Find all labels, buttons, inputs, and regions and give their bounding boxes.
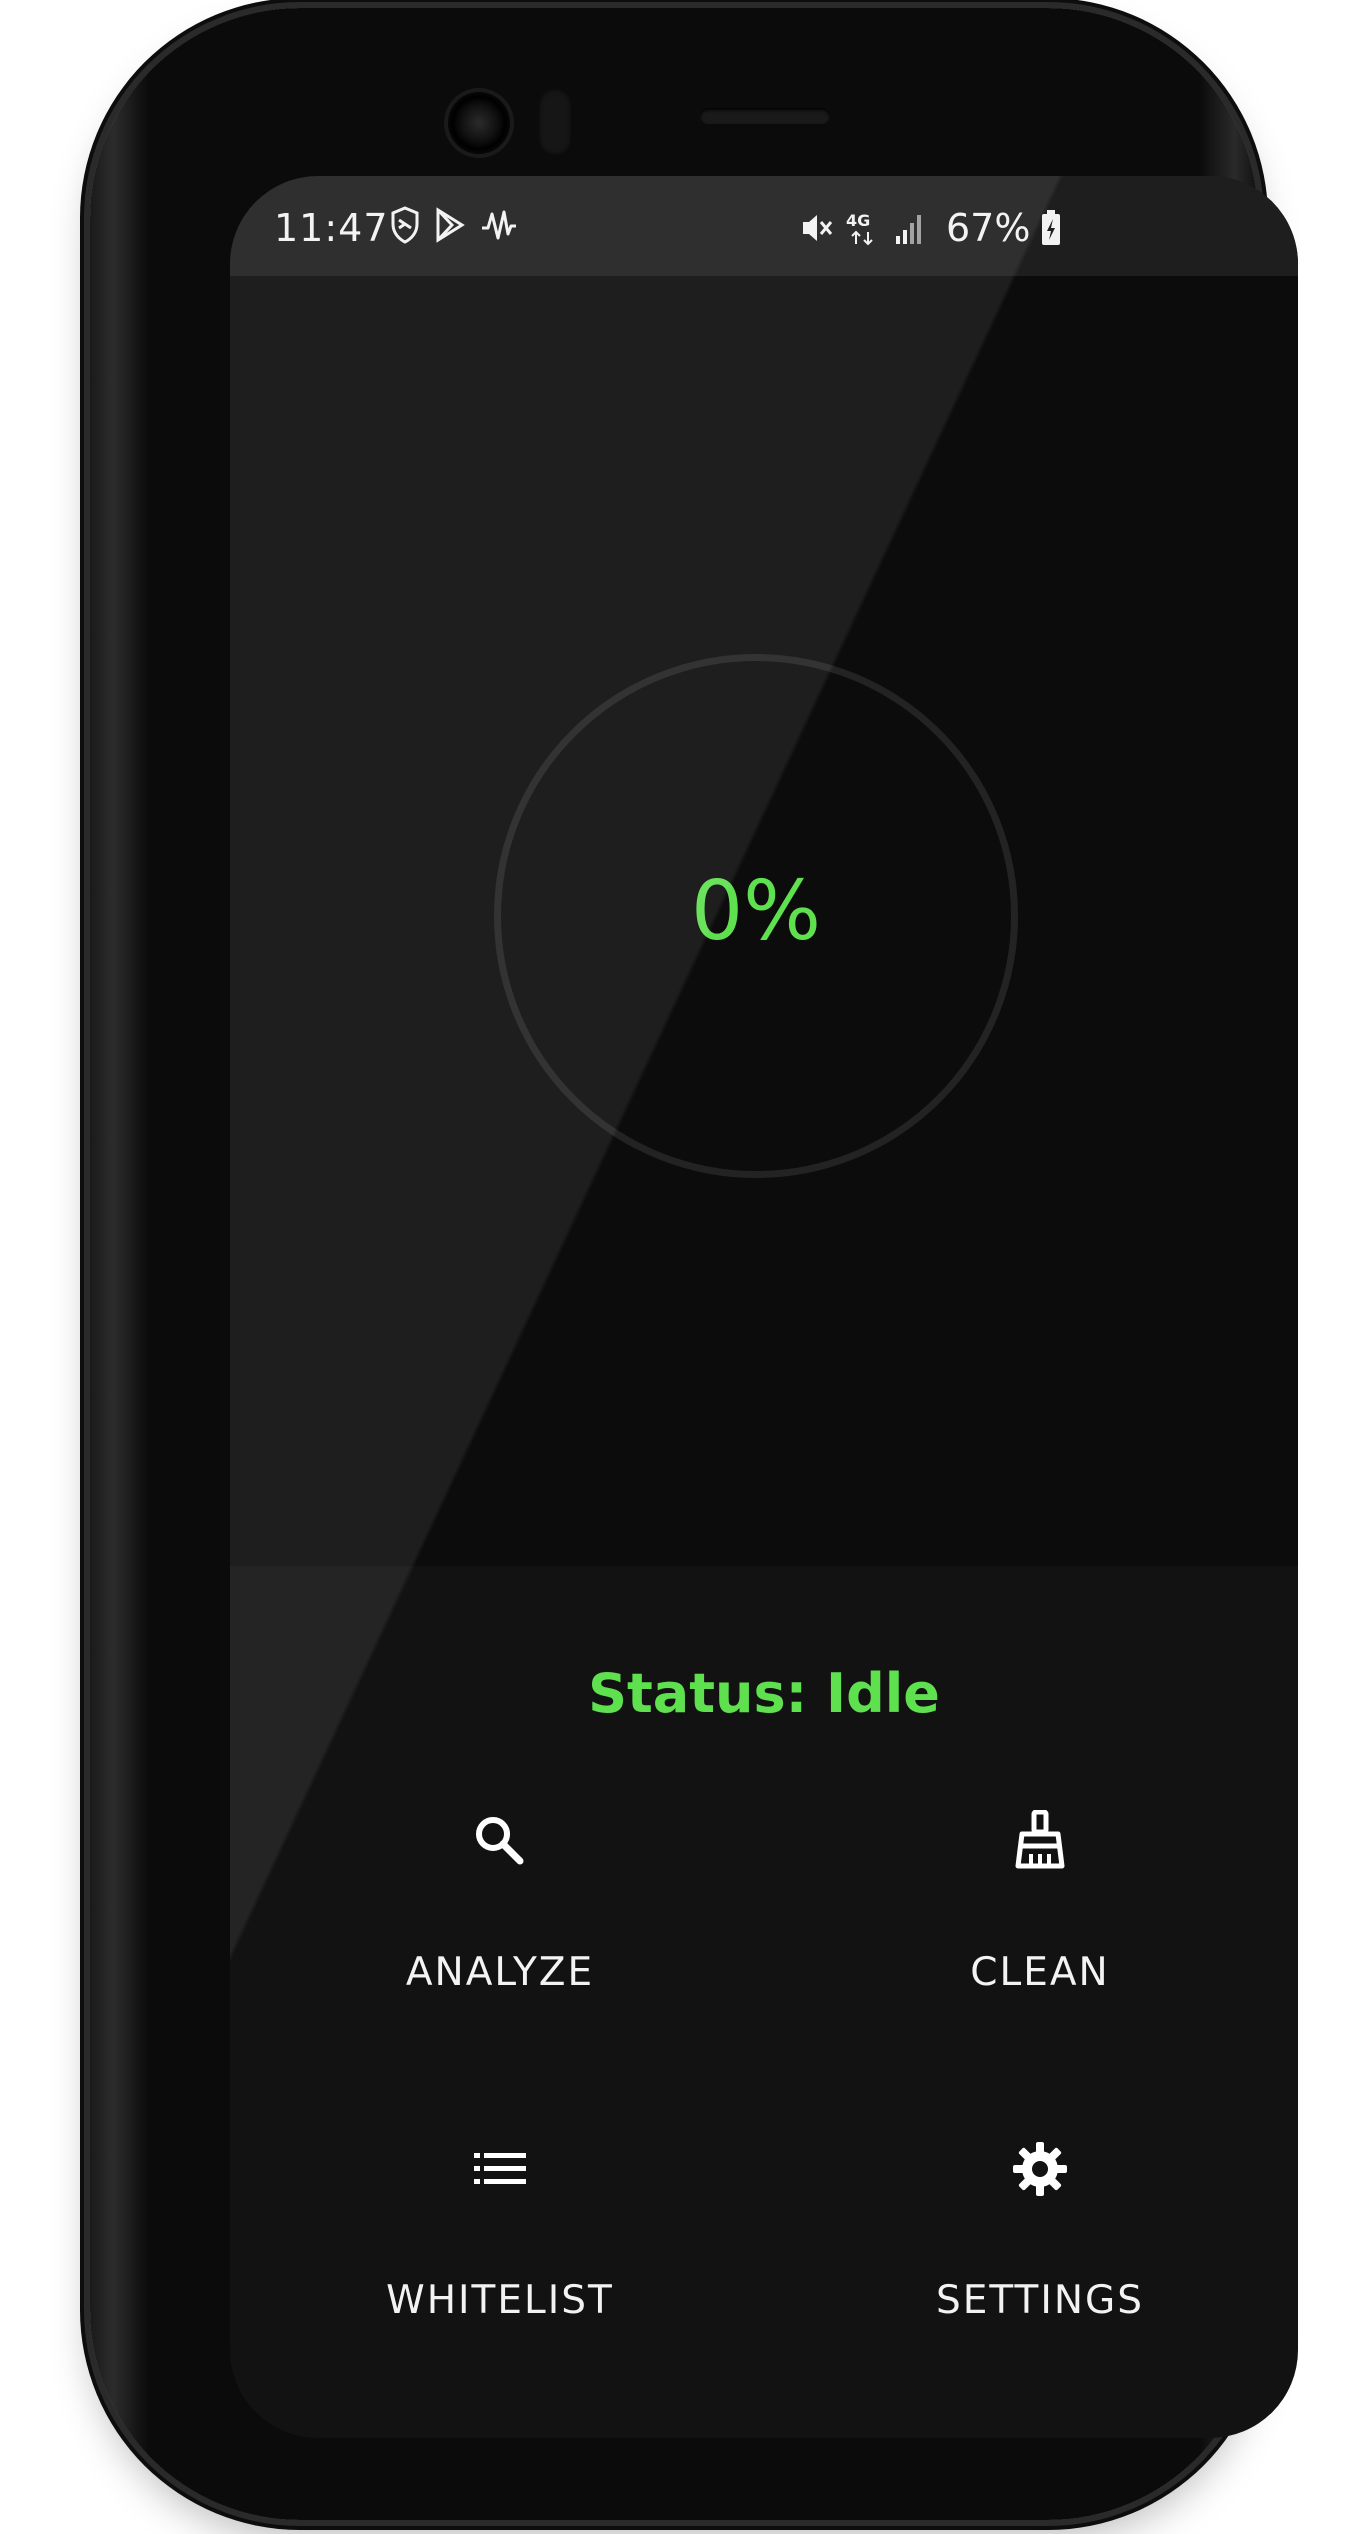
battery-percent: 67%: [946, 206, 1031, 250]
front-camera: [448, 92, 510, 154]
clean-button[interactable]: CLEAN: [830, 1808, 1250, 2058]
settings-button[interactable]: SETTINGS: [830, 2136, 1250, 2386]
earpiece-speaker: [700, 108, 830, 124]
network-4g-icon: 4G: [844, 210, 884, 246]
signal-icon: [894, 210, 928, 246]
status-label: Status: Idle: [588, 1662, 940, 1725]
pulse-icon: [480, 206, 518, 244]
progress-percent: 0%: [690, 864, 822, 959]
search-icon: [472, 1813, 528, 1873]
battery-charging-icon: [1040, 209, 1062, 247]
whitelist-button[interactable]: WHITELIST: [290, 2136, 710, 2386]
analyze-button[interactable]: ANALYZE: [290, 1808, 710, 2058]
list-icon: [472, 2149, 528, 2193]
broom-icon: [1012, 1809, 1068, 1876]
status-bar: 11:47 4G 67%: [230, 176, 1298, 276]
analyze-label: ANALYZE: [405, 1950, 595, 1995]
gear-icon: [1011, 2140, 1069, 2202]
screen: 11:47 4G 67% 0% Status: Idle ANALYZE CLE…: [230, 176, 1298, 2438]
proximity-sensor: [538, 88, 572, 156]
svg-text:4G: 4G: [846, 211, 870, 230]
progress-panel: 0%: [230, 276, 1298, 1566]
phone-frame: 11:47 4G 67% 0% Status: Idle ANALYZE CLE…: [90, 8, 1298, 2520]
shield-icon: [390, 206, 420, 244]
whitelist-label: WHITELIST: [386, 2278, 614, 2323]
clean-label: CLEAN: [970, 1950, 1110, 1995]
status-time: 11:47: [274, 206, 389, 250]
device-mockup: 11:47 4G 67% 0% Status: Idle ANALYZE CLE…: [0, 0, 1370, 2534]
mute-icon: [800, 210, 834, 246]
settings-label: SETTINGS: [935, 2278, 1144, 2323]
play-store-icon: [434, 206, 466, 244]
